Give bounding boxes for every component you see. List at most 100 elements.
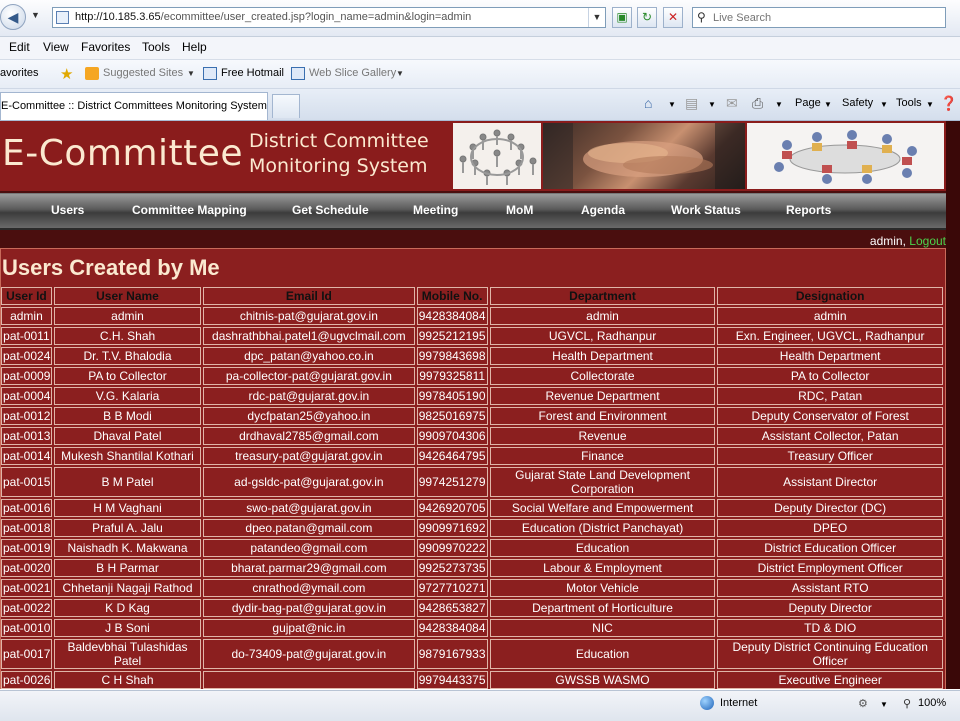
cell-designation: PA to Collector <box>717 367 943 385</box>
table-row: pat-0018 Praful A. Jalu dpeo.patan@gmail.c… <box>1 519 943 537</box>
nav-work-status[interactable]: Work Status <box>671 203 741 217</box>
help-icon[interactable]: ❓ <box>940 95 957 112</box>
page-dropdown-icon[interactable]: ▼ <box>824 100 832 109</box>
nav-reports[interactable]: Reports <box>786 203 831 217</box>
compatibility-view-icon[interactable]: ▣ <box>612 7 632 28</box>
command-safety[interactable]: Safety <box>842 97 873 109</box>
favorites-bar: avorites ★ Suggested Sites ▼ Free Hotmai… <box>0 60 960 89</box>
menu-edit[interactable]: Edit <box>9 40 30 54</box>
cell-mobile-no: 9428384084 <box>416 619 488 637</box>
menu-tools[interactable]: Tools <box>142 40 170 54</box>
site-logo: E-Committee <box>2 133 244 174</box>
cell-department: Education <box>489 539 716 557</box>
logged-in-user: admin, <box>869 234 906 248</box>
table-row: pat-0010 J B Soni gujpat@nic.in 9428384084 N… <box>1 619 943 637</box>
cell-user-name: Dr. T.V. Bhalodia <box>53 347 202 365</box>
cell-department: Social Welfare and Empowerment <box>489 499 716 517</box>
safety-dropdown-icon[interactable]: ▼ <box>880 100 888 109</box>
cell-email-id: chitnis-pat@gujarat.gov.in <box>203 307 415 325</box>
print-dropdown-icon[interactable]: ▼ <box>775 100 783 109</box>
cell-designation: Exn. Engineer, UGVCL, Radhanpur <box>717 327 943 345</box>
search-icon: ⚲ <box>697 10 706 24</box>
zoom-level[interactable]: 100% <box>918 697 946 709</box>
cell-department: Forest and Environment <box>489 407 716 425</box>
cell-email-id: bharat.parmar29@gmail.com <box>203 559 415 577</box>
cell-mobile-no: 9909971692 <box>416 519 488 537</box>
address-toolbar: ◀ ▼ http://10.185.3.65/ecommittee/user_c… <box>0 0 960 37</box>
search-box[interactable]: ⚲ <box>692 7 946 28</box>
cell-user-id: pat-0009 <box>1 367 52 385</box>
fav-link-web-slice-gallery[interactable]: Web Slice Gallery <box>309 67 396 79</box>
cell-email-id: ad-gsldc-pat@gujarat.gov.in <box>203 467 415 497</box>
column-header-email-id: Email Id <box>203 287 415 305</box>
new-tab-button[interactable] <box>272 94 300 118</box>
cell-user-name: Dhaval Patel <box>53 427 202 445</box>
cell-designation: Deputy Conservator of Forest <box>717 407 943 425</box>
cell-email-id: patandeo@gmail.com <box>203 539 415 557</box>
mail-icon[interactable]: ✉ <box>726 95 738 112</box>
fav-link-free-hotmail[interactable]: Free Hotmail <box>221 67 284 79</box>
protected-mode-icon[interactable]: ⚙ <box>858 697 868 710</box>
cell-designation: Treasury Officer <box>717 447 943 465</box>
stop-icon[interactable]: ✕ <box>663 7 683 28</box>
fav-link-suggested-sites[interactable]: Suggested Sites <box>103 67 183 79</box>
nav-mom[interactable]: MoM <box>506 203 533 217</box>
cell-user-id: pat-0010 <box>1 619 52 637</box>
cell-email-id: dpc_patan@yahoo.co.in <box>203 347 415 365</box>
cell-user-name: Baldevbhai Tulashidas Patel <box>53 639 202 669</box>
cell-user-name: Naishadh K. Makwana <box>53 539 202 557</box>
web-slice-dropdown-icon[interactable]: ▼ <box>396 69 404 78</box>
refresh-icon[interactable]: ↻ <box>637 7 657 28</box>
nav-get-schedule[interactable]: Get Schedule <box>292 203 369 217</box>
cell-department: Revenue Department <box>489 387 716 405</box>
tab-title: E-Committee :: District Committees Monit… <box>1 100 267 112</box>
nav-users[interactable]: Users <box>51 203 84 217</box>
cell-department: Health Department <box>489 347 716 365</box>
favorites-button[interactable]: avorites <box>0 67 39 79</box>
tab-ecommittee[interactable]: E-Committee :: District Committees Monit… <box>0 92 268 120</box>
users-table: User Id User Name Email Id Mobile No. De… <box>1 285 945 689</box>
table-row: pat-0009 PA to Collector pa-collector-pat@… <box>1 367 943 385</box>
nav-committee-mapping[interactable]: Committee Mapping <box>132 203 247 217</box>
address-dropdown[interactable]: ▼ <box>588 8 605 27</box>
cell-email-id: dashrathbhai.patel1@ugvclmail.com <box>203 327 415 345</box>
add-favorite-star-icon[interactable]: ★ <box>60 65 73 83</box>
cell-designation: District Employment Officer <box>717 559 943 577</box>
table-row: pat-0019 Naishadh K. Makwana patandeo@gmai… <box>1 539 943 557</box>
table-header-row: User Id User Name Email Id Mobile No. De… <box>1 287 943 305</box>
menu-favorites[interactable]: Favorites <box>81 40 130 54</box>
recent-pages-dropdown[interactable]: ▼ <box>31 10 40 20</box>
logout-link[interactable]: Logout <box>909 234 946 248</box>
cell-user-name: Chhetanji Nagaji Rathod <box>53 579 202 597</box>
tools-dropdown-icon[interactable]: ▼ <box>926 100 934 109</box>
suggested-sites-dropdown-icon[interactable]: ▼ <box>187 69 195 78</box>
address-bar[interactable]: http://10.185.3.65/ecommittee/user_creat… <box>52 7 606 28</box>
cell-email-id: do-73409-pat@gujarat.gov.in <box>203 639 415 669</box>
users-table-body: admin admin chitnis-pat@gujarat.gov.in 9428… <box>1 307 943 689</box>
home-dropdown-icon[interactable]: ▼ <box>668 100 676 109</box>
feeds-icon[interactable]: ▤ <box>685 95 698 112</box>
zoom-icon[interactable]: ⚲ <box>903 697 911 710</box>
cell-user-id: pat-0016 <box>1 499 52 517</box>
cell-user-name: PA to Collector <box>53 367 202 385</box>
cell-user-name: C H Shah <box>53 671 202 689</box>
menu-help[interactable]: Help <box>182 40 207 54</box>
cell-email-id: dycfpatan25@yahoo.in <box>203 407 415 425</box>
cell-designation: Deputy Director (DC) <box>717 499 943 517</box>
protected-mode-dropdown-icon[interactable]: ▼ <box>880 700 888 709</box>
page-title: Users Created by Me <box>2 255 220 280</box>
table-row: pat-0004 V.G. Kalaria rdc-pat@gujarat.gov.… <box>1 387 943 405</box>
cell-designation: Assistant RTO <box>717 579 943 597</box>
home-icon[interactable]: ⌂ <box>644 95 652 111</box>
nav-meeting[interactable]: Meeting <box>413 203 458 217</box>
search-input[interactable] <box>713 9 933 26</box>
command-tools[interactable]: Tools <box>896 97 922 109</box>
nav-agenda[interactable]: Agenda <box>581 203 625 217</box>
command-page[interactable]: Page <box>795 97 821 109</box>
cell-mobile-no: 9428384084 <box>416 307 488 325</box>
cell-department: Collectorate <box>489 367 716 385</box>
menu-view[interactable]: View <box>43 40 69 54</box>
feeds-dropdown-icon[interactable]: ▼ <box>708 100 716 109</box>
back-button[interactable]: ◀ <box>0 4 26 30</box>
print-icon[interactable]: ⎙ <box>752 95 763 112</box>
